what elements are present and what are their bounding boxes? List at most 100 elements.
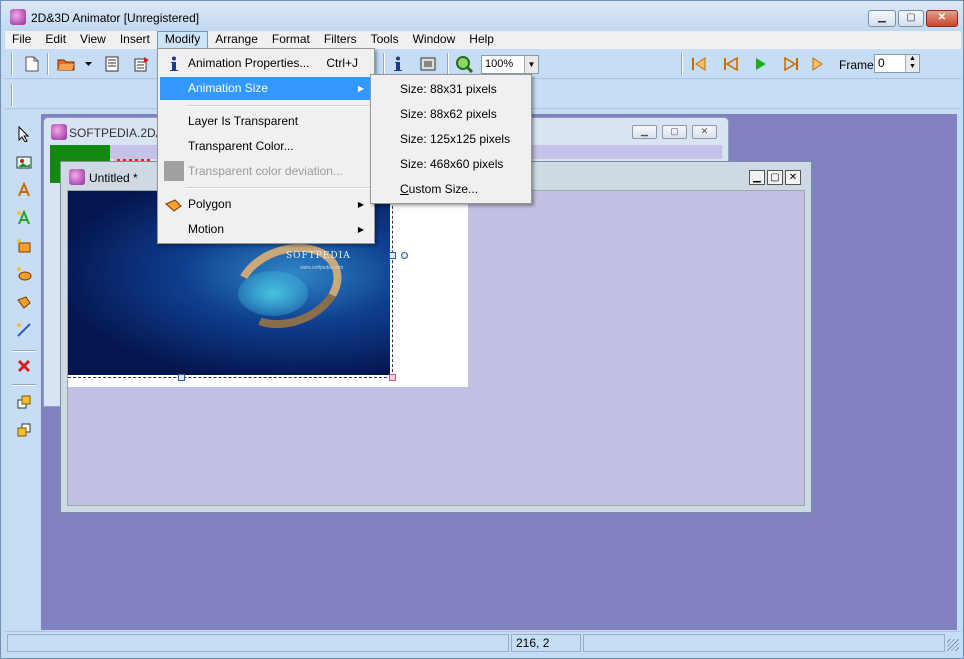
- menu-item-label: Transparent color deviation...: [188, 164, 343, 178]
- gray-swatch-icon: [164, 161, 184, 181]
- spin-up-icon[interactable]: ▲: [906, 55, 919, 63]
- document-icon: [69, 169, 85, 185]
- maximize-button[interactable]: ▢: [898, 10, 924, 27]
- island: [222, 229, 354, 343]
- menu-polygon[interactable]: Polygon ▶: [160, 193, 372, 216]
- frame-spinner[interactable]: ▲ ▼: [905, 55, 919, 72]
- menu-file[interactable]: File: [5, 31, 38, 49]
- polygon-tool-icon[interactable]: [14, 292, 34, 312]
- submenu-arrow-icon: ▶: [357, 84, 364, 93]
- film-strip-icon[interactable]: [419, 55, 437, 73]
- submenu-arrow-icon: ▶: [357, 200, 364, 209]
- document-maximize-button[interactable]: ▢: [767, 170, 783, 185]
- zoom-icon[interactable]: [455, 55, 473, 73]
- play-icon[interactable]: [752, 55, 770, 73]
- custom-size-label: ustom Size...: [408, 182, 479, 196]
- menu-format[interactable]: Format: [265, 31, 317, 49]
- tools-separator: [12, 384, 36, 386]
- menu-insert[interactable]: Insert: [113, 31, 157, 49]
- app-window: 2D&3D Animator [Unregistered] ▁ ▢ ✕ File…: [0, 0, 964, 659]
- document-close-button[interactable]: ✕: [785, 170, 801, 185]
- size-88x31[interactable]: Size: 88x31 pixels: [373, 77, 529, 102]
- size-125x125[interactable]: Size: 125x125 pixels: [373, 127, 529, 152]
- status-extra-pane: [583, 634, 945, 652]
- size-88x62[interactable]: Size: 88x62 pixels: [373, 102, 529, 127]
- status-bar: 216, 2: [5, 631, 961, 653]
- previous-frame-icon[interactable]: [690, 55, 708, 73]
- menu-animation-size[interactable]: Animation Size ▶: [160, 77, 372, 100]
- export-icon[interactable]: [133, 55, 151, 73]
- save-icon[interactable]: [103, 55, 121, 73]
- resize-handle-corner[interactable]: [389, 374, 396, 381]
- rotate-handle[interactable]: [401, 252, 408, 259]
- pointer-tool-icon[interactable]: [14, 124, 34, 144]
- menu-item-label: Motion: [188, 222, 225, 236]
- menu-filters[interactable]: Filters: [317, 31, 364, 49]
- title-bar: 2D&3D Animator [Unregistered] ▁ ▢ ✕: [1, 1, 963, 31]
- menu-window[interactable]: Window: [406, 31, 463, 49]
- menu-item-label: Animation Size: [188, 81, 269, 95]
- menu-animation-properties[interactable]: Animation Properties... Ctrl+J: [160, 52, 372, 75]
- toolbar-separator: [11, 53, 13, 75]
- menu-tools[interactable]: Tools: [364, 31, 406, 49]
- text-3d-tool-icon[interactable]: [14, 208, 34, 228]
- selection-border-right: [392, 191, 393, 377]
- resize-handle-right[interactable]: [389, 252, 396, 259]
- custom-size[interactable]: Custom Size...: [373, 177, 529, 202]
- minimize-button[interactable]: ▁: [868, 10, 896, 27]
- rectangle-tool-icon[interactable]: [14, 236, 34, 256]
- new-file-icon[interactable]: [23, 55, 41, 73]
- document-maximize-button[interactable]: ▢: [662, 125, 687, 139]
- size-468x60[interactable]: Size: 468x60 pixels: [373, 152, 529, 177]
- toolbar-separator: [681, 53, 683, 75]
- menu-item-label: Layer Is Transparent: [188, 114, 299, 128]
- delete-tool-icon[interactable]: [14, 356, 34, 376]
- bring-forward-icon[interactable]: [14, 392, 34, 412]
- ellipse-tool-icon[interactable]: [14, 264, 34, 284]
- open-file-icon[interactable]: [57, 55, 75, 73]
- send-backward-icon[interactable]: [14, 420, 34, 440]
- close-button[interactable]: ✕: [926, 10, 958, 27]
- modify-menu: Animation Properties... Ctrl+J Animation…: [157, 48, 375, 244]
- menu-view[interactable]: View: [73, 31, 113, 49]
- menu-modify[interactable]: Modify: [156, 31, 209, 49]
- first-frame-icon[interactable]: [722, 55, 740, 73]
- resize-grip-icon[interactable]: [947, 639, 959, 651]
- menu-layer-transparent[interactable]: Layer Is Transparent: [160, 110, 372, 133]
- menu-item-shortcut: Ctrl+J: [326, 56, 358, 70]
- document-minimize-button[interactable]: ▁: [749, 170, 765, 185]
- frame-value: 0: [878, 56, 885, 70]
- frame-label: Frame:: [839, 58, 878, 72]
- menu-item-label: Polygon: [188, 197, 232, 211]
- selection-border-bottom: [68, 377, 392, 378]
- menu-arrange[interactable]: Arrange: [208, 31, 265, 49]
- menu-transparent-color[interactable]: Transparent Color...: [160, 135, 372, 158]
- info-icon[interactable]: [389, 55, 407, 73]
- last-frame-icon[interactable]: [782, 55, 800, 73]
- info-icon: [164, 55, 184, 73]
- dropdown-arrow-icon[interactable]: [83, 55, 93, 73]
- image-tool-icon[interactable]: [14, 152, 34, 172]
- resize-handle-bottom[interactable]: [178, 374, 185, 381]
- menu-edit[interactable]: Edit: [38, 31, 73, 49]
- tools-separator: [12, 350, 36, 352]
- menu-item-label: Animation Properties...: [188, 56, 310, 70]
- status-message-pane: [7, 634, 509, 652]
- menu-help[interactable]: Help: [462, 31, 501, 49]
- photo-brand-text: SOFTPEDIA: [286, 251, 351, 261]
- animation-size-submenu: Size: 88x31 pixels Size: 88x62 pixels Si…: [370, 74, 532, 204]
- next-frame-icon[interactable]: [810, 55, 828, 73]
- toolbar-separator: [11, 84, 13, 106]
- menu-motion[interactable]: Motion ▶: [160, 218, 372, 241]
- zoom-dropdown-arrow[interactable]: ▼: [524, 56, 538, 73]
- spin-down-icon[interactable]: ▼: [906, 63, 919, 71]
- document-icon: [51, 124, 67, 140]
- text-tool-icon[interactable]: [14, 180, 34, 200]
- document-minimize-button[interactable]: ▁: [632, 125, 657, 139]
- photo-url-text: www.softpedia.com: [300, 265, 344, 271]
- frame-number-input[interactable]: 0 ▲ ▼: [874, 54, 920, 73]
- line-tool-icon[interactable]: [14, 320, 34, 340]
- custom-size-accelerator: C: [400, 182, 409, 196]
- document-close-button[interactable]: ✕: [692, 125, 717, 139]
- zoom-select[interactable]: 100% ▼: [481, 55, 539, 74]
